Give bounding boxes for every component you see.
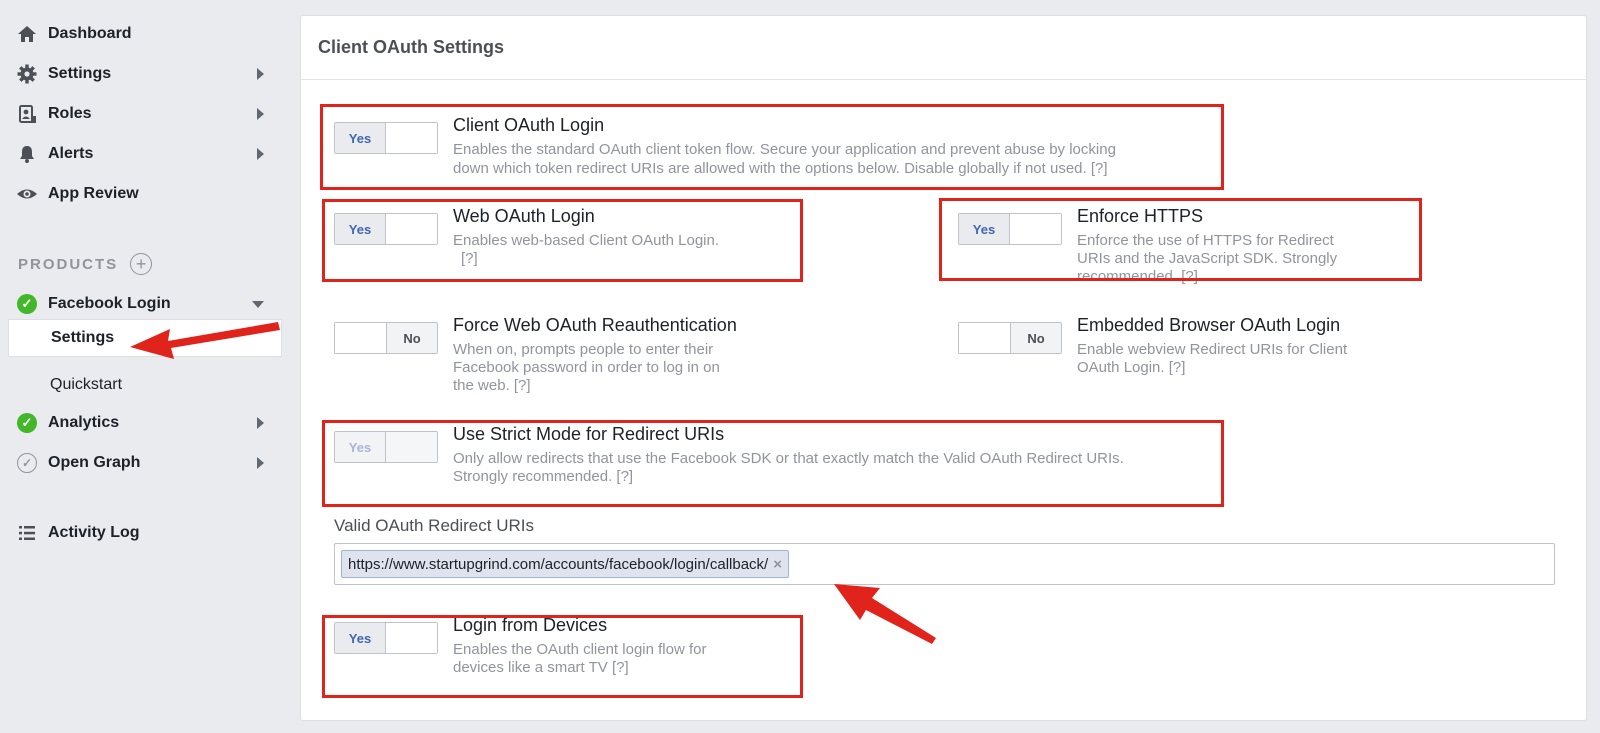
web-oauth-login-toggle[interactable]: Yes bbox=[334, 213, 438, 245]
strict-mode-toggle[interactable]: Yes bbox=[334, 431, 438, 463]
sidebar-item-roles[interactable]: Roles bbox=[16, 99, 278, 129]
toggle-blank bbox=[386, 623, 437, 653]
sidebar-item-label: Open Graph bbox=[48, 454, 141, 471]
toggle-no-label: No bbox=[385, 323, 437, 353]
login-devices-toggle[interactable]: Yes bbox=[334, 622, 438, 654]
sidebar-item-label: Dashboard bbox=[48, 25, 132, 42]
sidebar-subitem-settings[interactable]: Settings bbox=[8, 319, 282, 357]
sidebar-item-activity-log[interactable]: Activity Log bbox=[16, 518, 278, 548]
toggle-yes-label: Yes bbox=[335, 123, 387, 153]
add-product-icon[interactable]: + bbox=[130, 253, 153, 275]
chevron-right-icon bbox=[257, 148, 264, 160]
toggle-blank bbox=[959, 323, 1010, 353]
setting-desc: Enables the standard OAuth client token … bbox=[453, 141, 1116, 158]
sidebar-subitem-label: Settings bbox=[51, 329, 115, 346]
client-oauth-login-toggle[interactable]: Yes bbox=[334, 122, 438, 154]
sidebar-item-app-review[interactable]: App Review bbox=[16, 179, 278, 209]
sidebar-item-label: Alerts bbox=[48, 145, 94, 162]
setting-desc: devices like a smart TV [?] bbox=[453, 659, 629, 676]
sidebar-item-settings[interactable]: Settings bbox=[16, 59, 278, 89]
setting-desc: recommended. [?] bbox=[1077, 268, 1198, 285]
redirect-uris-input[interactable]: https://www.startupgrind.com/accounts/fa… bbox=[334, 543, 1555, 585]
toggle-yes-label: Yes bbox=[335, 432, 387, 462]
sidebar-item-label: App Review bbox=[48, 185, 139, 202]
toggle-yes-label: Yes bbox=[335, 214, 387, 244]
setting-title: Use Strict Mode for Redirect URIs bbox=[453, 424, 725, 444]
toggle-yes-label: Yes bbox=[959, 214, 1011, 244]
embedded-browser-toggle[interactable]: No bbox=[958, 322, 1062, 354]
sidebar-item-open-graph[interactable]: ✓ Open Graph bbox=[16, 448, 278, 478]
list-icon bbox=[16, 522, 38, 544]
sidebar-item-label: Analytics bbox=[48, 414, 120, 431]
gear-icon bbox=[16, 63, 38, 85]
setting-title: Client OAuth Login bbox=[453, 115, 605, 135]
setting-desc: OAuth Login. [?] bbox=[1077, 359, 1186, 376]
chevron-right-icon bbox=[257, 68, 264, 80]
setting-desc: Strongly recommended. [?] bbox=[453, 468, 634, 485]
chevron-right-icon bbox=[257, 108, 264, 120]
setting-desc: Facebook password in order to log in on bbox=[453, 359, 720, 376]
toggle-blank bbox=[335, 323, 386, 353]
sidebar-item-label: Settings bbox=[48, 65, 112, 82]
client-oauth-panel: Client OAuth Settings Yes Client OAuth L… bbox=[300, 15, 1587, 721]
setting-desc: down which token redirect URIs are allow… bbox=[453, 160, 1108, 177]
setting-desc: Enables the OAuth client login flow for bbox=[453, 641, 707, 658]
home-icon bbox=[16, 23, 38, 45]
setting-desc: Enable webview Redirect URIs for Client bbox=[1077, 341, 1348, 358]
chevron-right-icon bbox=[257, 417, 264, 429]
sidebar-subitem-label: Quickstart bbox=[50, 376, 123, 393]
setting-desc: Enables web-based Client OAuth Login. bbox=[453, 232, 720, 249]
setting-desc: URIs and the JavaScript SDK. Strongly bbox=[1077, 250, 1338, 267]
sidebar-item-label: Roles bbox=[48, 105, 92, 122]
toggle-blank bbox=[1010, 214, 1061, 244]
setting-desc: Enforce the use of HTTPS for Redirect bbox=[1077, 232, 1334, 249]
setting-desc: When on, prompts people to enter their bbox=[453, 341, 714, 358]
toggle-no-label: No bbox=[1009, 323, 1061, 353]
setting-title: Login from Devices bbox=[453, 615, 608, 635]
sidebar: Dashboard Settings Roles Alerts App Revi… bbox=[0, 0, 290, 733]
setting-desc: Only allow redirects that use the Facebo… bbox=[453, 450, 1124, 467]
toggle-yes-label: Yes bbox=[335, 623, 387, 653]
sidebar-item-label: Facebook Login bbox=[48, 295, 171, 312]
sidebar-item-analytics[interactable]: ✓ Analytics bbox=[16, 408, 278, 438]
setting-desc: the web. [?] bbox=[453, 377, 531, 394]
sidebar-item-label: Activity Log bbox=[48, 524, 140, 541]
sidebar-item-dashboard[interactable]: Dashboard bbox=[16, 19, 278, 49]
redirect-uri-token[interactable]: https://www.startupgrind.com/accounts/fa… bbox=[341, 550, 789, 578]
check-circle-icon: ✓ bbox=[16, 412, 38, 434]
toggle-blank bbox=[386, 432, 437, 462]
setting-title: Enforce HTTPS bbox=[1077, 206, 1204, 226]
sidebar-subitem-quickstart[interactable]: Quickstart bbox=[8, 366, 282, 404]
enforce-https-toggle[interactable]: Yes bbox=[958, 213, 1062, 245]
sidebar-item-alerts[interactable]: Alerts bbox=[16, 139, 278, 169]
toggle-blank bbox=[386, 214, 437, 244]
setting-title: Web OAuth Login bbox=[453, 206, 595, 226]
products-heading-label: PRODUCTS bbox=[18, 255, 119, 273]
redirect-uris-label: Valid OAuth Redirect URIs bbox=[334, 516, 534, 535]
products-heading: PRODUCTS + bbox=[18, 252, 153, 276]
toggle-blank bbox=[386, 123, 437, 153]
check-outline-icon: ✓ bbox=[16, 452, 38, 474]
eye-icon bbox=[16, 183, 38, 205]
sidebar-item-facebook-login[interactable]: ✓ Facebook Login bbox=[16, 289, 278, 319]
help-link[interactable]: [?] bbox=[461, 249, 478, 268]
check-circle-icon: ✓ bbox=[16, 293, 38, 315]
badge-icon bbox=[16, 103, 38, 125]
remove-token-icon[interactable]: × bbox=[773, 556, 782, 573]
redirect-uri-text: https://www.startupgrind.com/accounts/fa… bbox=[348, 555, 769, 573]
setting-title: Force Web OAuth Reauthentication bbox=[453, 315, 737, 335]
bell-icon bbox=[16, 143, 38, 165]
chevron-down-icon bbox=[252, 301, 264, 308]
force-reauth-toggle[interactable]: No bbox=[334, 322, 438, 354]
chevron-right-icon bbox=[257, 457, 264, 469]
panel-title: Client OAuth Settings bbox=[301, 16, 1586, 80]
setting-title: Embedded Browser OAuth Login bbox=[1077, 315, 1341, 335]
